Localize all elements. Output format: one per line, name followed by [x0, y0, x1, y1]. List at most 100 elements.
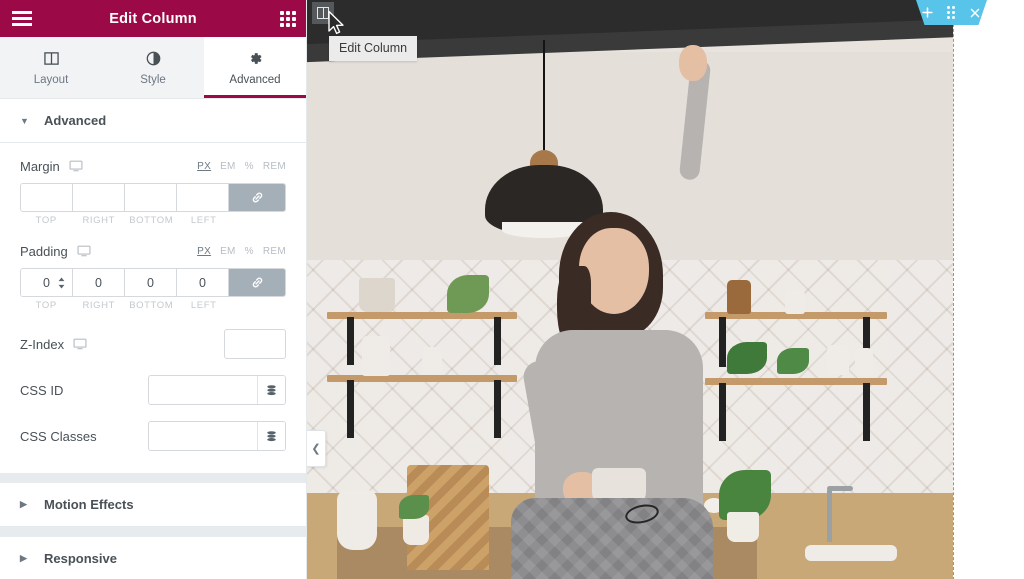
unit-px[interactable]: PX	[197, 161, 211, 172]
label-top: TOP	[35, 300, 57, 311]
tab-style[interactable]: Style	[102, 37, 204, 98]
margin-side-labels: TOP RIGHT BOTTOM LEFT	[20, 215, 286, 226]
drag-dots-icon[interactable]	[943, 5, 959, 21]
panel-tabs: Layout Style Advanced	[0, 37, 306, 99]
css-id-field[interactable]	[148, 375, 286, 405]
padding-inputs	[20, 268, 286, 297]
advanced-controls: Margin PX EM % REM TOP RIGHT BOTTOM LEFT…	[0, 143, 306, 473]
margin-right-cell[interactable]	[73, 184, 125, 211]
desktop-icon[interactable]	[69, 159, 83, 173]
unit-percent[interactable]: %	[245, 161, 254, 172]
kitchen-photo	[307, 0, 953, 579]
dynamic-tags-icon[interactable]	[257, 422, 285, 450]
padding-bottom-cell[interactable]	[125, 269, 177, 296]
section-header-advanced[interactable]: ▼ Advanced	[0, 99, 306, 143]
unit-percent[interactable]: %	[245, 246, 254, 257]
preview-canvas: Edit Column	[307, 0, 1024, 579]
tab-label: Advanced	[229, 73, 281, 86]
section-divider	[0, 473, 306, 483]
tab-layout[interactable]: Layout	[0, 37, 102, 98]
plus-icon[interactable]	[920, 5, 936, 21]
label-bottom: BOTTOM	[129, 215, 174, 226]
contrast-icon	[146, 50, 161, 67]
chevron-right-icon: ▶	[20, 499, 27, 509]
padding-right-input[interactable]	[73, 269, 124, 296]
label-left: LEFT	[190, 300, 217, 311]
hamburger-icon[interactable]	[12, 11, 32, 26]
z-index-input[interactable]	[225, 330, 285, 358]
padding-link-icon[interactable]	[229, 269, 285, 296]
dynamic-tags-icon[interactable]	[257, 376, 285, 404]
tab-label: Style	[140, 73, 166, 86]
control-label: Margin	[20, 158, 60, 174]
margin-top-input[interactable]	[21, 184, 72, 211]
unit-rem[interactable]: REM	[263, 246, 286, 257]
control-margin: Margin PX EM % REM TOP RIGHT BOTTOM LEFT	[20, 155, 286, 226]
label-spacer	[230, 300, 286, 311]
close-icon[interactable]	[967, 5, 983, 21]
label-right: RIGHT	[82, 215, 116, 226]
margin-top-cell[interactable]	[21, 184, 73, 211]
unit-switcher: PX EM % REM	[197, 161, 286, 172]
margin-left-cell[interactable]	[177, 184, 229, 211]
gear-icon	[248, 50, 263, 67]
unit-em[interactable]: EM	[220, 246, 236, 257]
margin-link-icon[interactable]	[229, 184, 285, 211]
chevron-right-icon: ▶	[20, 553, 27, 563]
panel-body[interactable]: ▼ Advanced Margin PX EM % REM TOP RIGHT …	[0, 99, 306, 579]
unit-switcher: PX EM % REM	[197, 246, 286, 257]
padding-top-cell[interactable]	[21, 269, 73, 296]
chevron-down-icon: ▼	[20, 115, 29, 126]
section-header-responsive[interactable]: ▶ Responsive	[0, 537, 306, 579]
section-title: Advanced	[44, 113, 107, 128]
label-spacer	[230, 215, 286, 226]
unit-em[interactable]: EM	[220, 161, 236, 172]
unit-px[interactable]: PX	[197, 246, 211, 257]
section-title: Motion Effects	[44, 497, 134, 512]
unit-rem[interactable]: REM	[263, 161, 286, 172]
grid-icon[interactable]	[280, 10, 296, 27]
label-top: TOP	[35, 215, 57, 226]
column-handle-icon[interactable]	[312, 2, 334, 24]
selected-column[interactable]: Edit Column	[307, 0, 954, 579]
control-label: Z-Index	[20, 336, 65, 352]
control-css-classes: CSS Classes	[20, 421, 286, 451]
column-glyph-icon	[317, 7, 329, 19]
control-css-id: CSS ID	[20, 375, 286, 405]
margin-left-input[interactable]	[177, 184, 228, 211]
control-z-index: Z-Index	[20, 329, 286, 359]
label-left: LEFT	[190, 215, 217, 226]
panel-header: Edit Column	[0, 0, 306, 37]
section-header-motion-effects[interactable]: ▶ Motion Effects	[0, 483, 306, 527]
margin-bottom-cell[interactable]	[125, 184, 177, 211]
padding-side-labels: TOP RIGHT BOTTOM LEFT	[20, 300, 286, 311]
padding-bottom-input[interactable]	[125, 269, 176, 296]
z-index-field[interactable]	[224, 329, 286, 359]
tab-label: Layout	[33, 73, 69, 86]
elementor-editor: Edit Column Layout Style Advanced ▼ Adva…	[0, 0, 1024, 579]
control-label: CSS ID	[20, 382, 64, 398]
control-padding: Padding PX EM % REM 0 0 0 0 TOP RIGHT BO…	[20, 240, 286, 311]
padding-left-input[interactable]	[177, 269, 228, 296]
stepper-icon[interactable]	[57, 276, 66, 289]
css-classes-input[interactable]	[149, 422, 257, 450]
margin-right-input[interactable]	[73, 184, 124, 211]
editor-panel: Edit Column Layout Style Advanced ▼ Adva…	[0, 0, 307, 579]
tab-advanced[interactable]: Advanced	[204, 37, 306, 98]
padding-left-cell[interactable]	[177, 269, 229, 296]
css-id-input[interactable]	[149, 376, 257, 404]
padding-right-cell[interactable]	[73, 269, 125, 296]
control-label: CSS Classes	[20, 428, 97, 444]
column-toolbar	[916, 0, 987, 25]
chevron-left-icon: ❮	[311, 443, 321, 455]
panel-collapse-toggle[interactable]: ❮	[307, 430, 326, 467]
label-bottom: BOTTOM	[129, 300, 174, 311]
css-classes-field[interactable]	[148, 421, 286, 451]
margin-bottom-input[interactable]	[125, 184, 176, 211]
margin-inputs	[20, 183, 286, 212]
label-right: RIGHT	[82, 300, 116, 311]
control-label: Padding	[20, 243, 68, 259]
desktop-icon[interactable]	[73, 337, 87, 351]
desktop-icon[interactable]	[77, 244, 91, 258]
section-divider	[0, 527, 306, 537]
